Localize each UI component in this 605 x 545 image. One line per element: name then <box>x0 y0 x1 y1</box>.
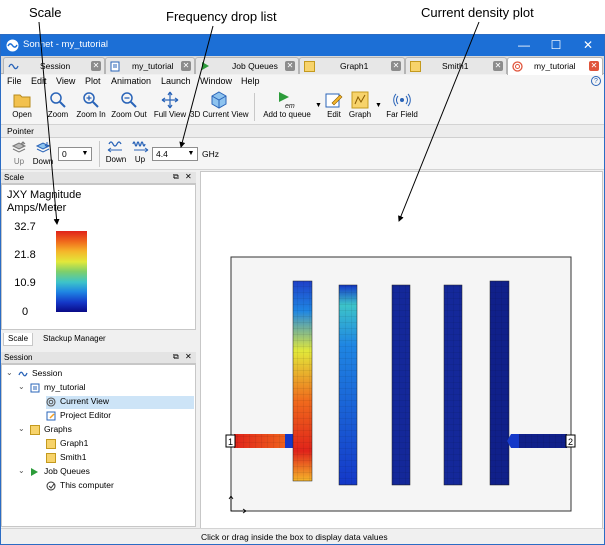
callout-arrows <box>38 21 480 225</box>
current-density-callout-arrow <box>398 21 480 222</box>
frequency-callout-arrow <box>179 25 214 148</box>
scale-callout-arrow <box>38 21 60 225</box>
